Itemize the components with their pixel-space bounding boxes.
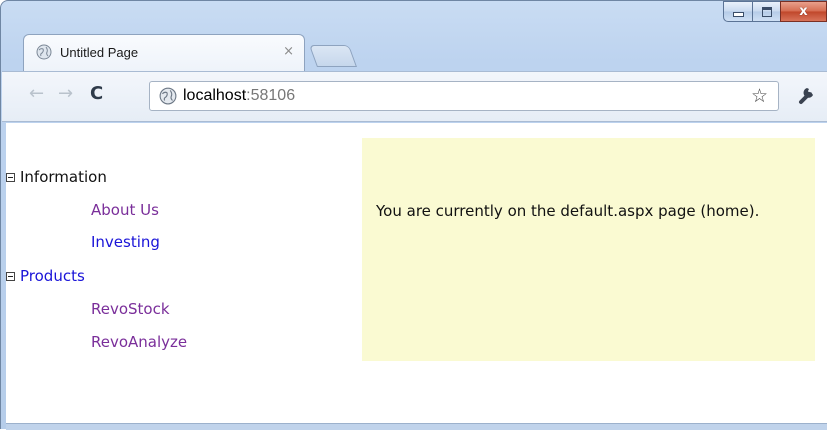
tab-close-icon[interactable]: × xyxy=(283,44,294,59)
tree-link-investing[interactable]: Investing xyxy=(91,233,160,251)
page-content: Information About Us Investing Products … xyxy=(6,123,827,423)
tree-node-label[interactable]: Products xyxy=(20,267,85,285)
maximize-button[interactable] xyxy=(752,1,780,22)
new-tab-button[interactable] xyxy=(308,45,358,67)
content-text: You are currently on the default.aspx pa… xyxy=(376,202,760,220)
tree-link-revostock[interactable]: RevoStock xyxy=(91,300,170,318)
tree-link-label[interactable]: Investing xyxy=(91,233,160,251)
tree-node-information[interactable]: Information xyxy=(6,168,107,186)
globe-icon xyxy=(159,87,177,105)
tree-link-about-us[interactable]: About Us xyxy=(91,201,159,219)
toolbar: ← → C localhost:58106 ☆ xyxy=(2,71,827,122)
bookmark-star-icon[interactable]: ☆ xyxy=(751,85,768,107)
url-port: :58106 xyxy=(246,87,296,104)
tree-link-label[interactable]: RevoStock xyxy=(91,300,170,318)
reload-icon[interactable]: C xyxy=(90,84,103,104)
tree-link-revoanalyze[interactable]: RevoAnalyze xyxy=(91,333,187,351)
browser-window: x Untitled Page × ← → C localhost:58106 … xyxy=(0,0,827,430)
window-controls: x xyxy=(723,1,827,23)
globe-icon xyxy=(36,44,52,60)
collapse-icon[interactable] xyxy=(6,172,15,182)
url-text: localhost:58106 xyxy=(183,87,295,105)
close-window-button[interactable]: x xyxy=(780,1,827,22)
minimize-icon xyxy=(732,12,744,17)
address-bar[interactable]: localhost:58106 ☆ xyxy=(149,81,779,111)
collapse-icon[interactable] xyxy=(6,271,15,281)
back-icon[interactable]: ← xyxy=(29,84,44,104)
browser-tab[interactable]: Untitled Page × xyxy=(23,34,305,71)
tree-link-label[interactable]: About Us xyxy=(91,201,159,219)
close-icon: x xyxy=(799,4,808,19)
forward-icon[interactable]: → xyxy=(58,84,73,104)
tab-title: Untitled Page xyxy=(60,44,139,60)
url-host: localhost xyxy=(183,87,247,104)
maximize-icon xyxy=(761,6,772,17)
tree-link-label[interactable]: RevoAnalyze xyxy=(91,333,187,351)
tree-node-label: Information xyxy=(20,168,107,186)
content-panel: You are currently on the default.aspx pa… xyxy=(362,138,815,361)
wrench-icon[interactable] xyxy=(796,82,818,106)
minimize-button[interactable] xyxy=(723,1,752,22)
tree-node-products[interactable]: Products xyxy=(6,267,85,285)
